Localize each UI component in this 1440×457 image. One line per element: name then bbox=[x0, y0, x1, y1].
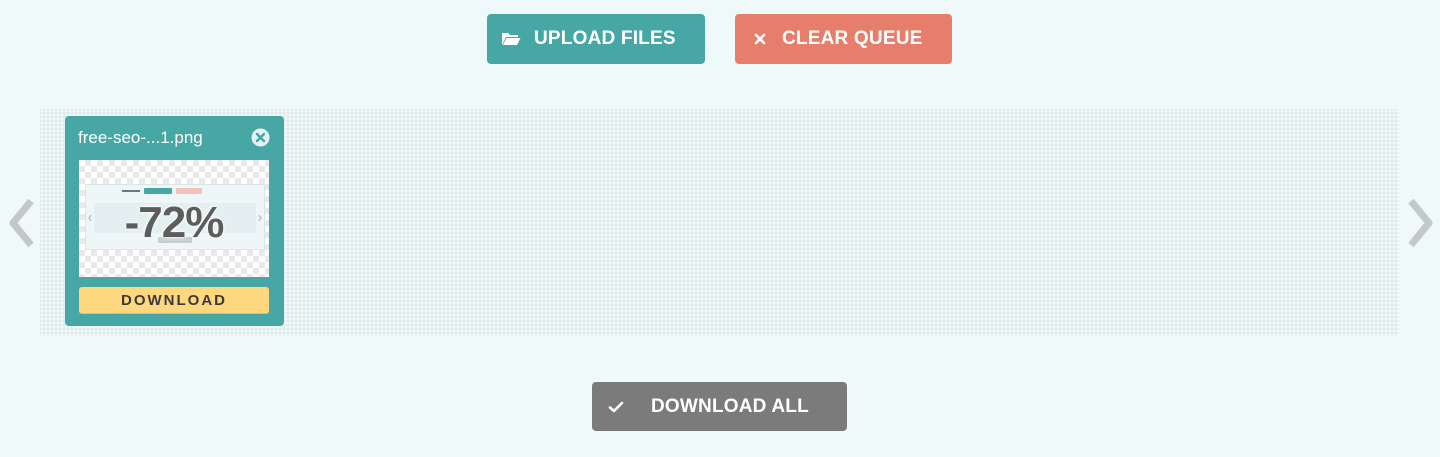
clear-queue-button[interactable]: CLEAR QUEUE bbox=[735, 14, 952, 64]
remove-circle-icon[interactable] bbox=[251, 128, 270, 147]
checkmark-icon bbox=[606, 397, 626, 417]
file-name: free-seo-...1.png bbox=[78, 128, 203, 147]
clear-queue-label: CLEAR QUEUE bbox=[782, 28, 923, 49]
download-all-button[interactable]: DOWNLOAD ALL bbox=[592, 382, 847, 431]
download-all-label: DOWNLOAD ALL bbox=[651, 395, 809, 417]
file-thumbnail: -72% bbox=[79, 160, 269, 277]
compression-saving-percent: -72% bbox=[124, 198, 225, 247]
upload-files-label: UPLOAD FILES bbox=[534, 28, 676, 49]
chevron-left-icon[interactable] bbox=[3, 196, 39, 250]
close-icon bbox=[750, 29, 770, 49]
file-download-button[interactable]: DOWNLOAD bbox=[79, 287, 269, 314]
upload-files-button[interactable]: UPLOAD FILES bbox=[487, 14, 705, 64]
file-card: free-seo-...1.png -72% DOWNLOAD bbox=[65, 116, 284, 326]
chevron-right-icon[interactable] bbox=[1403, 196, 1439, 250]
folder-open-icon bbox=[501, 29, 521, 49]
page: UPLOAD FILES CLEAR QUEUE free-seo-...1.p… bbox=[0, 0, 1440, 457]
